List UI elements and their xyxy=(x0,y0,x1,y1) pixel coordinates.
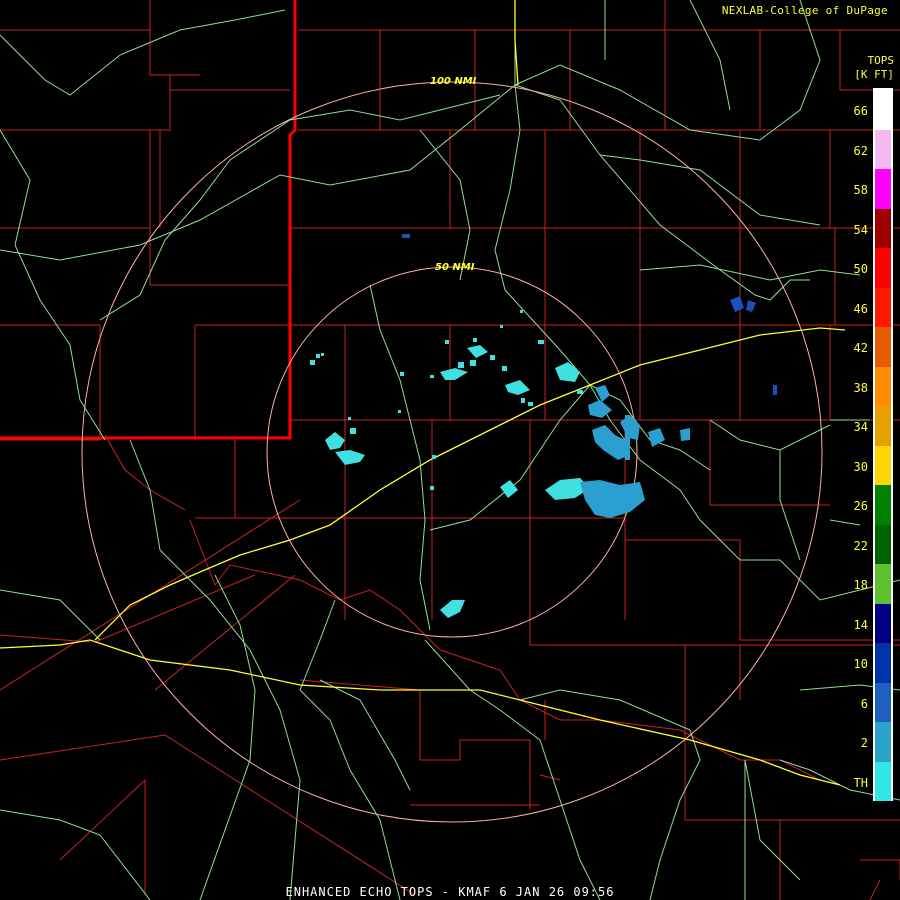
scale-swatch xyxy=(875,208,891,248)
scale-tick-label: 2 xyxy=(860,736,868,750)
scale-swatch xyxy=(875,445,891,485)
scale-swatch xyxy=(875,682,891,722)
scale-tick-label: 38 xyxy=(853,380,868,395)
ring-50-nmi xyxy=(266,266,638,638)
scale-swatch xyxy=(875,722,891,762)
scale-swatch xyxy=(875,248,891,288)
scale-tick-label: 62 xyxy=(853,143,868,158)
ring-100-nmi xyxy=(81,81,823,823)
legend-title-line1: TOPS xyxy=(867,54,895,67)
range-rings xyxy=(81,81,823,823)
scale-tick-label: 42 xyxy=(853,341,868,355)
scale-swatch xyxy=(875,406,891,446)
highways xyxy=(0,0,846,786)
scale-swatch xyxy=(875,564,891,604)
scale-swatch xyxy=(875,761,891,801)
scale-tick-label: 18 xyxy=(853,578,868,592)
ring-label-50: 50 NMI xyxy=(435,262,475,273)
scale-swatch xyxy=(875,287,891,327)
ring-label-100: 100 NMI xyxy=(430,76,477,87)
scale-tick-label: 66 xyxy=(853,104,868,118)
scale-swatch xyxy=(875,90,891,130)
scale-swatch xyxy=(875,129,891,169)
scale-tick-label: 46 xyxy=(853,301,868,316)
legend-title-line2: [K FT] xyxy=(854,68,894,81)
scale-swatch xyxy=(875,603,891,643)
scale-tick-label: 26 xyxy=(853,499,868,513)
color-scale-bar xyxy=(873,88,893,801)
scale-tick-label: 34 xyxy=(853,420,868,434)
scale-swatch xyxy=(875,643,891,683)
scale-tick-label: 58 xyxy=(853,183,868,197)
scale-swatch xyxy=(875,366,891,406)
scale-tick-label: 10 xyxy=(853,657,868,671)
scale-tick-label: 54 xyxy=(853,222,868,237)
scale-swatch xyxy=(875,169,891,209)
credit-text: NEXLAB-College of DuPage xyxy=(721,4,888,17)
state-border xyxy=(0,0,297,440)
scale-tick-label: 14 xyxy=(853,617,868,632)
scale-swatch xyxy=(875,327,891,367)
scale-tick-label: 6 xyxy=(860,696,868,711)
scale-tick-label: 22 xyxy=(853,538,868,553)
scale-swatch xyxy=(875,524,891,564)
scale-swatch xyxy=(875,485,891,525)
scale-tick-label: 30 xyxy=(853,459,868,474)
scale-tick-label: 50 xyxy=(853,262,868,276)
legend-title: TOPS [K FT] xyxy=(854,54,894,82)
scale-tick-label: TH xyxy=(853,775,868,790)
product-caption: ENHANCED ECHO TOPS - KMAF 6 JAN 26 09:56 xyxy=(285,885,615,899)
radar-map xyxy=(0,0,900,900)
